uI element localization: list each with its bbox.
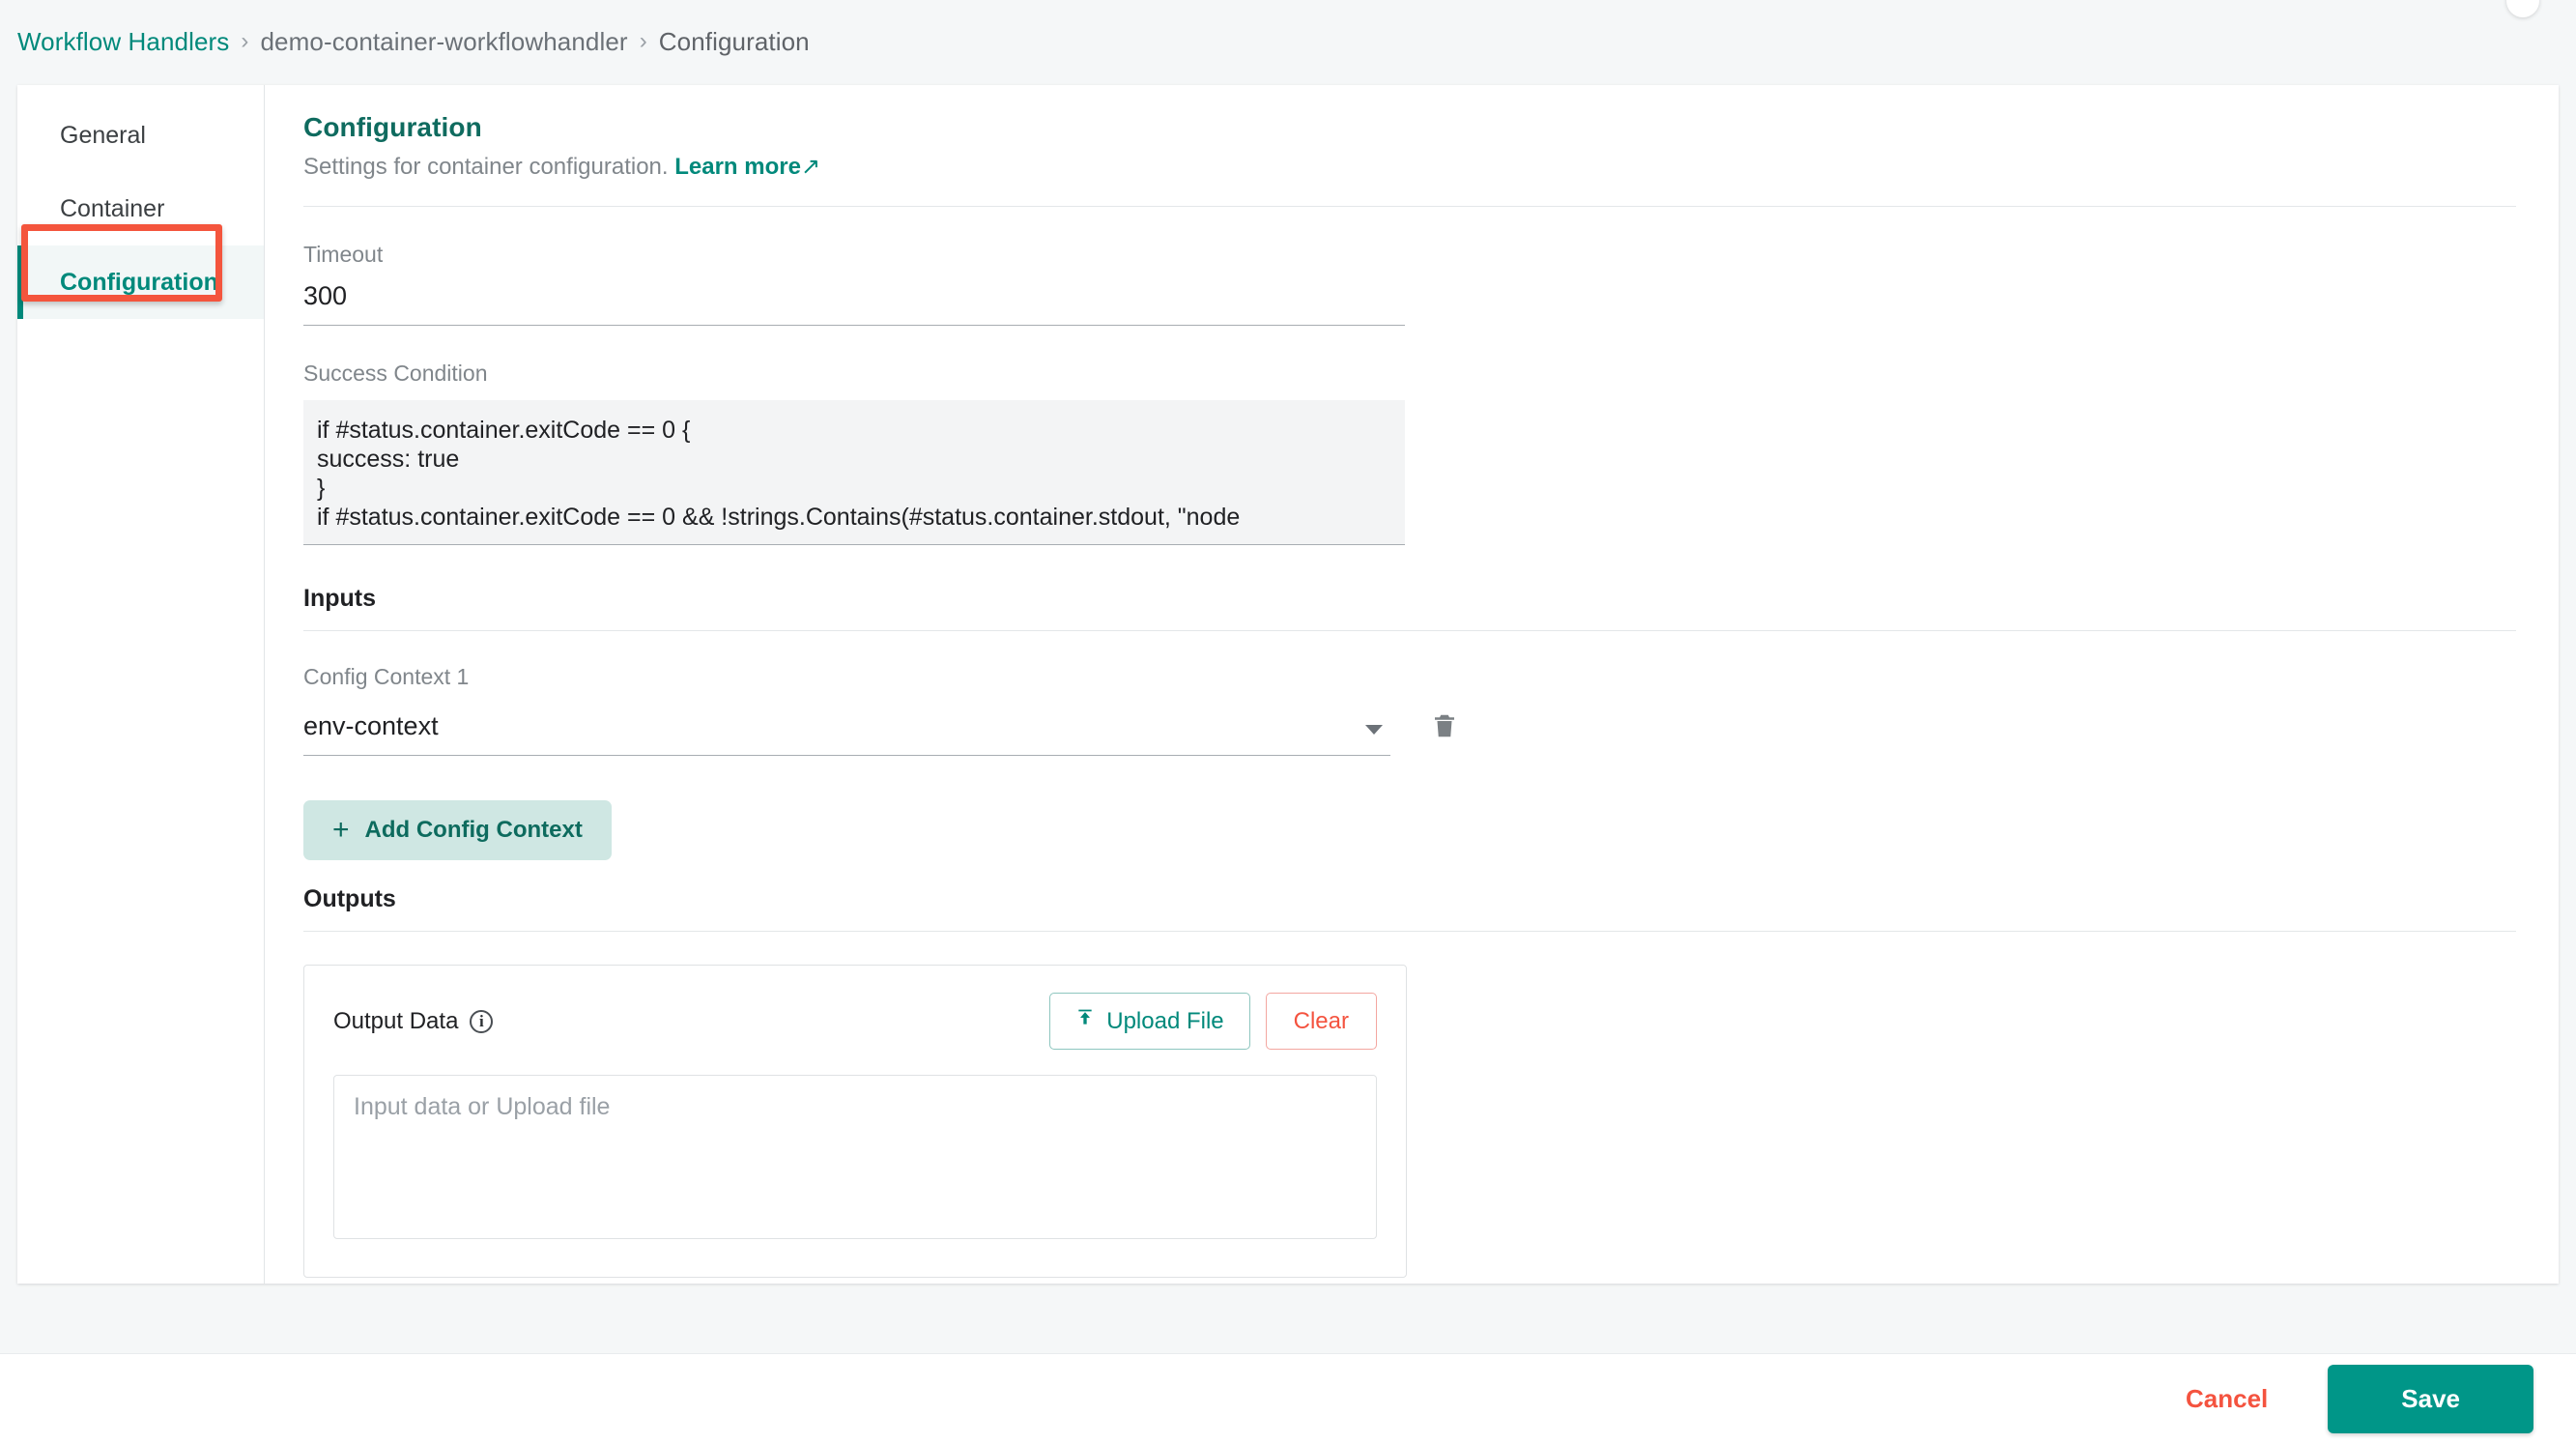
output-data-panel: Output Data i Upload File Clear Input da… <box>303 965 1407 1278</box>
upload-file-label: Upload File <box>1106 1007 1224 1034</box>
page-description: Settings for container configuration. Le… <box>303 153 2501 181</box>
success-condition-label: Success Condition <box>303 361 488 386</box>
save-button[interactable]: Save <box>2328 1365 2533 1433</box>
page-title: Configuration <box>303 112 482 142</box>
page-description-text: Settings for container configuration. <box>303 154 669 180</box>
config-context-value[interactable]: env-context <box>303 711 1390 756</box>
sidebar-item-general[interactable]: General <box>17 99 264 172</box>
sidebar-item-container-label: Container <box>60 194 165 222</box>
output-data-actions: Upload File Clear <box>1049 993 1377 1050</box>
timeout-input[interactable] <box>303 281 1405 326</box>
settings-sidebar: General Container Configuration <box>17 85 265 1284</box>
top-right-floating-widget[interactable] <box>2506 0 2539 17</box>
inputs-section-divider <box>303 630 2516 631</box>
timeout-field-group: Timeout <box>303 242 2501 326</box>
sidebar-item-configuration-label: Configuration <box>60 268 218 296</box>
breadcrumb-separator-1: › <box>241 28 249 54</box>
output-data-label: Output Data <box>333 1007 459 1034</box>
upload-icon <box>1075 1007 1095 1035</box>
clear-output-button[interactable]: Clear <box>1265 993 1377 1050</box>
header-divider <box>303 206 2516 207</box>
delete-config-context-button[interactable] <box>1423 704 1466 750</box>
add-config-context-label: Add Config Context <box>364 817 583 843</box>
settings-card: General Container Configuration Configur… <box>17 85 2559 1284</box>
breadcrumb-separator-2: › <box>639 28 647 54</box>
sidebar-item-container[interactable]: Container <box>17 172 264 245</box>
config-context-row: env-context <box>303 704 2501 756</box>
learn-more-label: Learn more <box>674 154 801 180</box>
chevron-down-icon[interactable] <box>1365 725 1383 735</box>
info-icon[interactable]: i <box>470 1009 494 1033</box>
trash-icon <box>1430 709 1459 745</box>
output-data-textarea[interactable] <box>333 1075 1377 1239</box>
timeout-label: Timeout <box>303 242 384 267</box>
sidebar-item-configuration[interactable]: Configuration <box>17 245 264 319</box>
add-config-context-button[interactable]: + Add Config Context <box>303 800 612 860</box>
configuration-content: Configuration Settings for container con… <box>265 85 2559 1284</box>
plus-icon: + <box>332 814 350 846</box>
sidebar-item-general-label: General <box>60 121 146 149</box>
inputs-section-title: Inputs <box>303 585 376 612</box>
outputs-section-divider <box>303 931 2516 932</box>
output-data-header: Output Data i Upload File Clear <box>333 993 1377 1050</box>
success-condition-textarea[interactable]: if #status.container.exitCode == 0 { suc… <box>303 400 1405 545</box>
success-condition-field-group: Success Condition if #status.container.e… <box>303 361 2501 550</box>
breadcrumb-current-configuration: Configuration <box>658 27 810 56</box>
config-context-label: Config Context 1 <box>303 664 470 689</box>
breadcrumb-link-workflow-handlers[interactable]: Workflow Handlers <box>17 25 229 58</box>
learn-more-link[interactable]: Learn more↗ <box>674 154 820 180</box>
upload-file-button[interactable]: Upload File <box>1049 993 1250 1050</box>
config-context-select[interactable]: env-context <box>303 711 1390 756</box>
breadcrumb-item-handler-name[interactable]: demo-container-workflowhandler <box>261 25 628 58</box>
outputs-section-title: Outputs <box>303 885 396 912</box>
form-footer: Cancel Save <box>0 1353 2576 1444</box>
breadcrumb: Workflow Handlers › demo-container-workf… <box>17 25 810 58</box>
app-root: Workflow Handlers › demo-container-workf… <box>0 0 2576 1444</box>
cancel-button[interactable]: Cancel <box>2170 1374 2283 1424</box>
external-link-icon: ↗ <box>800 154 821 180</box>
output-data-label-group: Output Data i <box>333 1007 494 1035</box>
